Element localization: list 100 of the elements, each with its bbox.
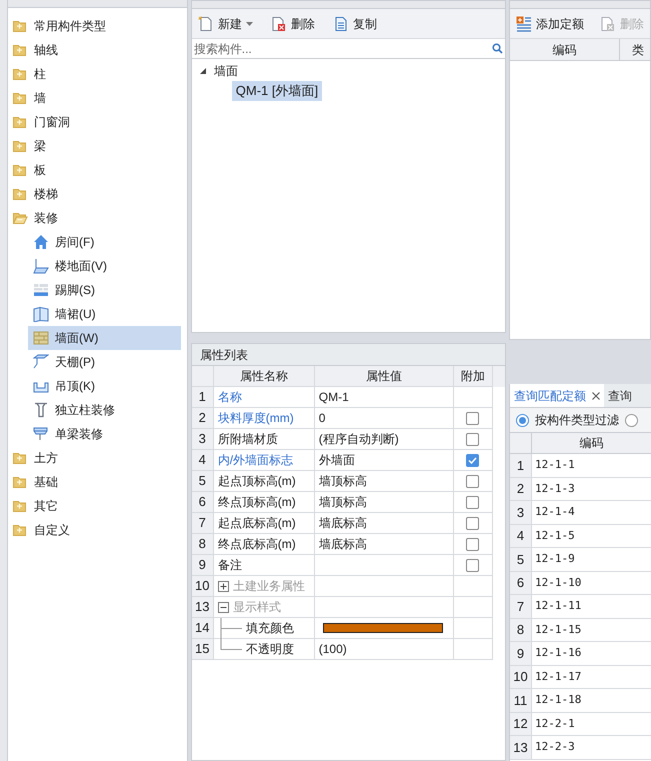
tree-item[interactable]: 常用构件类型 xyxy=(34,17,106,35)
add-list-icon xyxy=(516,16,532,32)
property-name: 备注 xyxy=(218,557,242,574)
toolbar-button[interactable]: 新建 xyxy=(196,12,255,34)
table-cell: 12-1-11 xyxy=(532,595,651,618)
property-value[interactable]: QM-1 xyxy=(318,388,349,406)
tree-item[interactable]: 自定义 xyxy=(34,521,70,539)
tree-item[interactable]: 独立柱装修 xyxy=(28,398,181,422)
property-value[interactable]: 墙顶标高 xyxy=(318,493,367,511)
row-number: 9 xyxy=(192,555,214,576)
tree-item[interactable]: QM-1 [外墙面] xyxy=(232,81,322,101)
ceiling-icon xyxy=(33,354,49,370)
property-name: 块料厚度(mm) xyxy=(218,410,294,427)
tree-item[interactable]: 装修 xyxy=(34,209,58,227)
delete-document-icon xyxy=(600,16,616,32)
column-header[interactable]: 属性名称 xyxy=(214,366,315,387)
table-cell: 12-1-5 xyxy=(532,524,651,548)
table-cell[interactable] xyxy=(314,576,454,597)
property-name: 起点顶标高(m) xyxy=(218,473,296,490)
row-number: 5 xyxy=(192,471,214,492)
tree-item[interactable]: 天棚(P) xyxy=(28,350,181,374)
tab[interactable]: 查询 xyxy=(604,384,636,407)
property-value[interactable]: 墙顶标高 xyxy=(318,472,367,490)
tree-item[interactable]: 土方 xyxy=(34,449,58,467)
property-name: 所附墙材质 xyxy=(218,431,278,448)
copy-document-icon xyxy=(332,16,349,32)
column-header[interactable]: 附加 xyxy=(454,366,493,387)
tree-item[interactable]: 楼梯 xyxy=(34,185,58,203)
column-header[interactable]: 类 xyxy=(620,39,644,60)
search-icon[interactable] xyxy=(492,43,503,54)
house-icon xyxy=(33,234,49,250)
brick-wall-icon xyxy=(33,330,49,346)
row-number: 5 xyxy=(510,548,532,572)
tree-item[interactable]: 基础 xyxy=(34,473,58,491)
tree-item[interactable]: 门窗洞 xyxy=(34,113,70,131)
row-number: 2 xyxy=(192,408,214,429)
table-cell[interactable] xyxy=(314,555,454,576)
row-number: 4 xyxy=(192,450,214,471)
table-cell: 12-1-18 xyxy=(532,689,651,712)
tree-item[interactable]: 墙面 xyxy=(214,62,238,80)
expand-icon[interactable] xyxy=(218,580,229,592)
property-value[interactable]: 0 xyxy=(318,409,326,427)
tree-item[interactable]: 房间(F) xyxy=(28,230,181,254)
toolbar-button[interactable]: 复制 xyxy=(330,12,379,34)
row-number: 14 xyxy=(192,618,214,639)
floor-slab-icon xyxy=(33,258,49,274)
checkbox[interactable] xyxy=(466,496,480,508)
tree-item[interactable]: 单梁装修 xyxy=(28,422,181,446)
property-name: 不透明度 xyxy=(246,641,294,658)
row-number: 11 xyxy=(510,689,532,712)
toolbar-button[interactable]: 删除 xyxy=(268,12,317,34)
property-value[interactable]: 外墙面 xyxy=(318,451,355,469)
property-name: 终点顶标高(m) xyxy=(218,494,296,511)
row-number: 6 xyxy=(192,492,214,513)
row-number: 2 xyxy=(510,478,532,501)
tree-item[interactable]: 梁 xyxy=(34,137,46,155)
tree-item[interactable]: 楼地面(V) xyxy=(28,254,181,278)
tree-item[interactable]: 墙 xyxy=(34,89,46,107)
property-value[interactable]: 墙底标高 xyxy=(318,535,367,553)
radio-button[interactable] xyxy=(625,414,638,426)
tree-item[interactable]: 踢脚(S) xyxy=(28,278,181,302)
tree-item[interactable]: 板 xyxy=(34,161,46,179)
column-header[interactable]: 编码 xyxy=(510,39,620,60)
checkbox[interactable] xyxy=(466,558,480,572)
table-cell[interactable] xyxy=(314,597,454,618)
checkbox[interactable] xyxy=(466,516,480,530)
search-field[interactable]: 搜索构件... xyxy=(194,40,492,58)
property-value[interactable]: (程序自动判断) xyxy=(318,430,399,448)
row-number: 4 xyxy=(510,524,532,548)
row-number: 13 xyxy=(510,736,532,760)
toolbar-button[interactable]: 添加定额 xyxy=(514,12,586,34)
close-icon xyxy=(592,392,600,400)
table-cell: 12-1-15 xyxy=(532,618,651,642)
checkbox[interactable] xyxy=(466,432,480,446)
collapse-icon[interactable] xyxy=(218,602,229,612)
tree-item[interactable]: 吊顶(K) xyxy=(28,374,181,398)
tree-item[interactable]: 柱 xyxy=(34,65,46,83)
checkbox[interactable] xyxy=(466,474,480,488)
tree-item[interactable]: 墙裙(U) xyxy=(28,302,181,326)
tree-item[interactable]: 墙面(W) xyxy=(28,326,181,350)
radio-button[interactable] xyxy=(516,414,529,426)
property-name: 内/外墙面标志 xyxy=(218,452,294,469)
checkmark-icon xyxy=(468,456,478,464)
color-swatch[interactable] xyxy=(322,623,443,633)
row-number: 9 xyxy=(510,642,532,666)
tree-item[interactable]: 其它 xyxy=(34,497,58,515)
checkbox[interactable] xyxy=(466,538,480,550)
property-value[interactable]: 墙底标高 xyxy=(318,514,367,532)
property-value[interactable]: (100) xyxy=(318,640,347,658)
wall-panel-icon xyxy=(33,306,49,322)
tree-item[interactable]: 轴线 xyxy=(34,41,58,59)
row-number: 3 xyxy=(192,429,214,450)
table-cell: 12-2-3 xyxy=(532,736,651,760)
checkbox[interactable] xyxy=(466,412,480,424)
property-name: 显示样式 xyxy=(232,599,281,616)
checkbox[interactable] xyxy=(466,454,480,466)
column-header[interactable]: 属性值 xyxy=(314,366,454,387)
panel-title: 属性列表 xyxy=(192,344,505,366)
tab[interactable]: 查询匹配定额 xyxy=(510,384,604,407)
row-number: 3 xyxy=(510,501,532,524)
